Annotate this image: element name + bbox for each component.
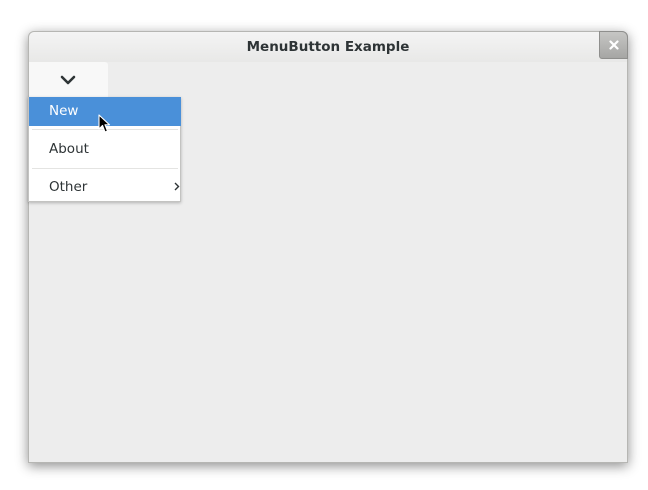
chevron-down-icon <box>60 75 76 85</box>
close-icon <box>609 40 619 50</box>
menu-item-about[interactable]: About <box>29 135 181 164</box>
menu-item-other[interactable]: Other <box>29 173 181 202</box>
mouse-cursor-icon <box>98 114 111 133</box>
menu-separator <box>32 168 178 169</box>
menu-item-label: About <box>49 141 89 157</box>
chevron-right-icon <box>174 182 180 191</box>
menu-item-label: Other <box>49 179 88 195</box>
window-title: MenuButton Example <box>246 39 410 55</box>
menu-item-label: New <box>49 103 79 119</box>
menu-button[interactable] <box>29 62 108 98</box>
app-window: MenuButton Example <box>28 31 628 463</box>
titlebar[interactable]: MenuButton Example <box>29 31 628 62</box>
close-button[interactable] <box>599 31 628 59</box>
menu-popup: New About Other <box>28 97 181 202</box>
